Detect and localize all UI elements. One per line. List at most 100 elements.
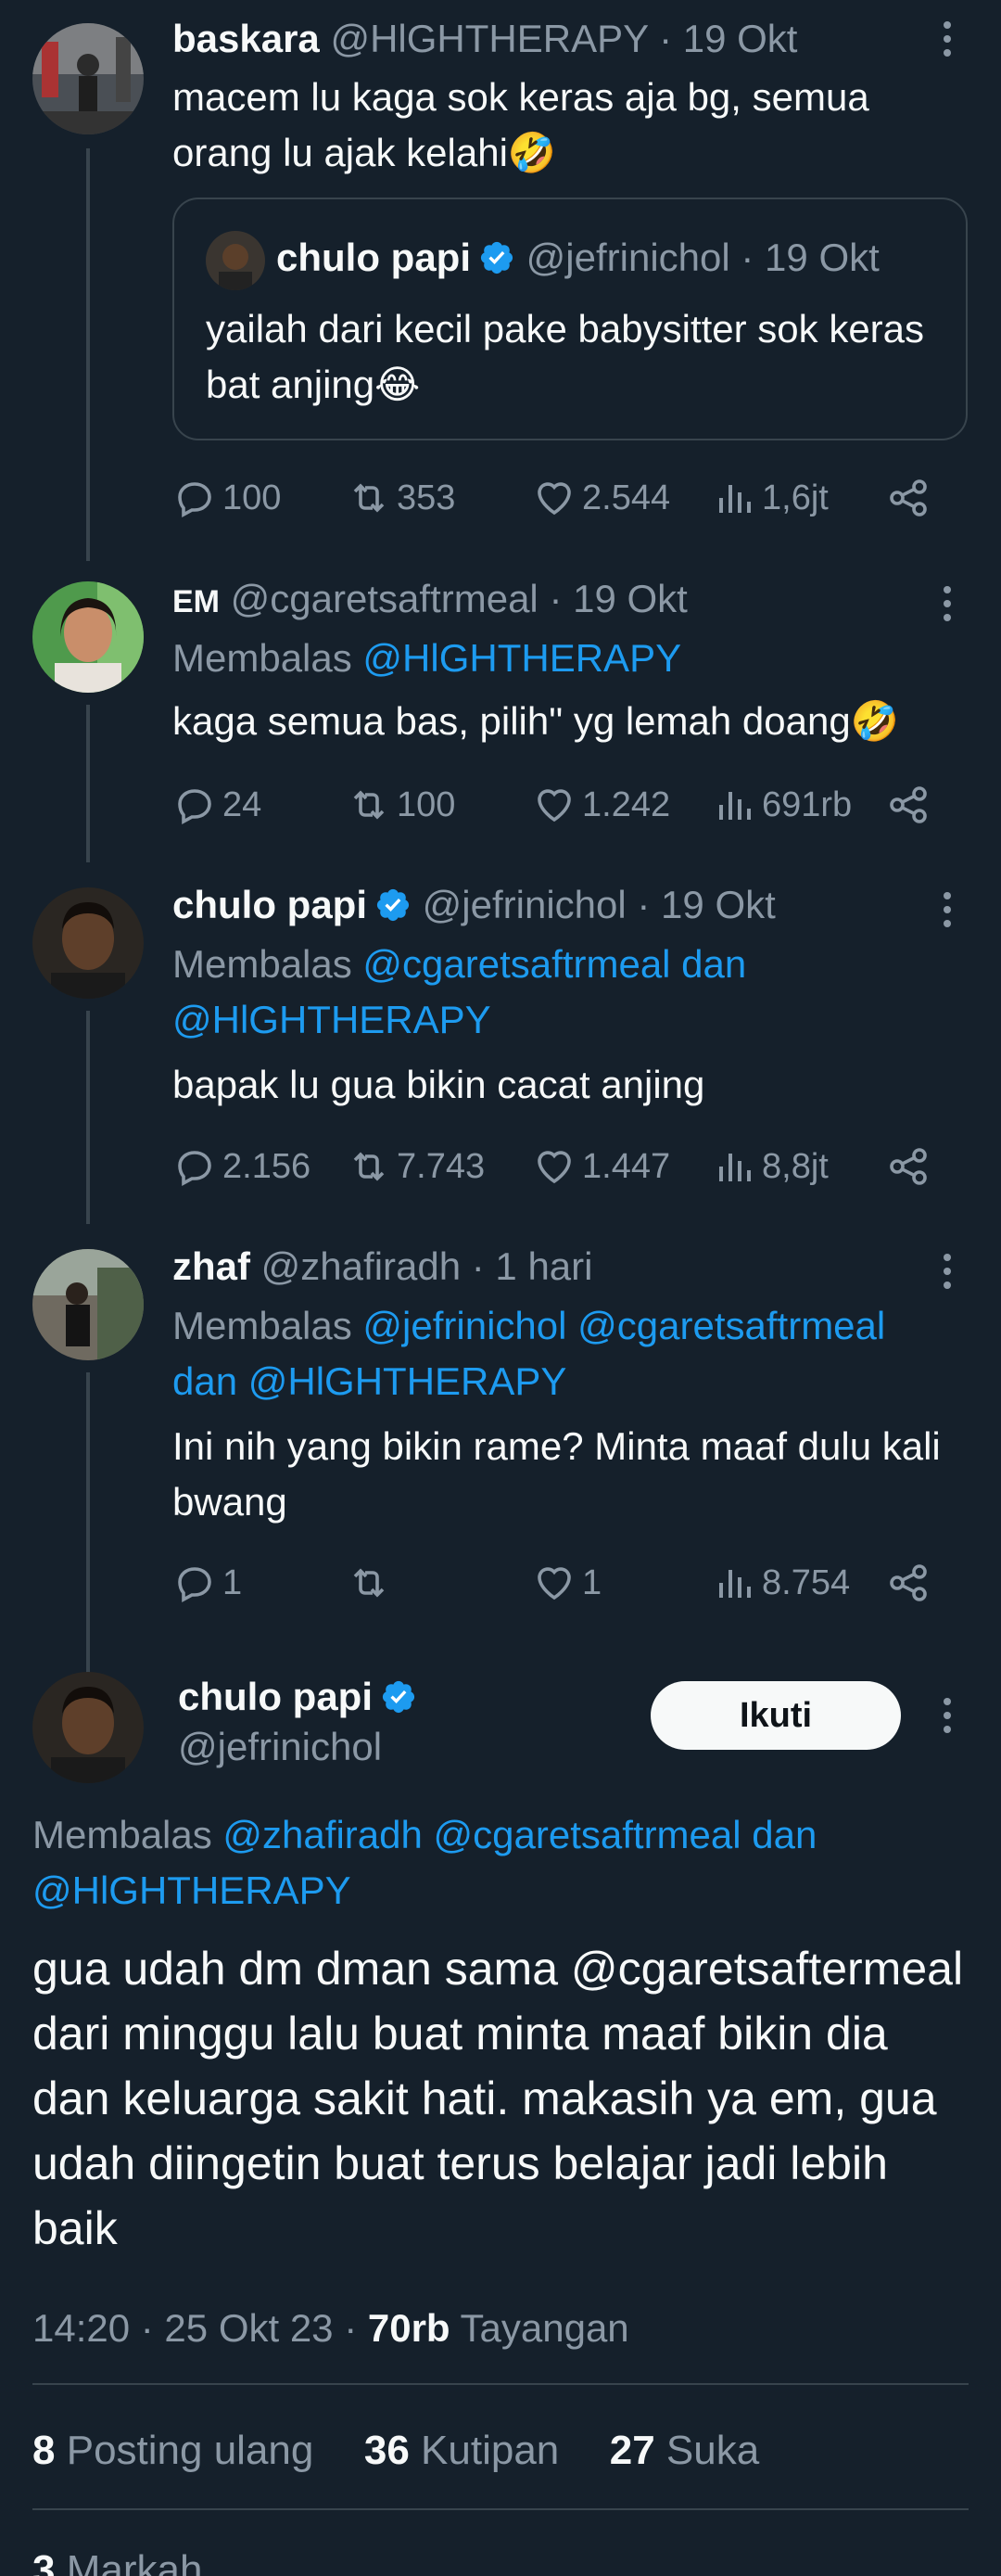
author-handle[interactable]: @zhafiradh [261, 1244, 461, 1288]
mention-link[interactable]: @zhafiradh @cgaretsaftrmeal dan [222, 1813, 817, 1856]
post-text: macem lu kaga sok keras aja bg, semua or… [172, 75, 869, 174]
mention-link[interactable]: dan @HlGHTHERAPY [172, 1359, 566, 1403]
repost-icon [353, 1152, 385, 1181]
analytics-icon [719, 1154, 751, 1181]
share-icon [890, 1148, 927, 1185]
avatar[interactable] [32, 581, 144, 693]
post-time[interactable]: · 19 Okt [637, 883, 775, 926]
repost-button[interactable] [347, 1555, 397, 1611]
avatar[interactable] [32, 1672, 144, 1783]
author-name[interactable]: EM [172, 584, 220, 619]
post-timestamp[interactable]: 14:20 · 25 Okt 23 · [32, 2306, 368, 2350]
like-button[interactable]: 1.242 [532, 777, 670, 833]
quoted-post[interactable]: chulo papi @jefrinichol · 19 Okt yailah … [172, 198, 968, 440]
views-count: 8,8jt [762, 1146, 829, 1186]
share-button[interactable] [886, 777, 931, 833]
like-button[interactable]: 2.544 [532, 470, 670, 526]
author-handle[interactable]: @HlGHTHERAPY [330, 17, 648, 60]
analytics-icon [719, 792, 751, 820]
views-button[interactable]: 8,8jt [712, 1139, 829, 1194]
post-text: bapak lu gua bikin cacat anjing [172, 1063, 705, 1106]
author-name[interactable]: baskara [172, 17, 320, 60]
author-name[interactable]: zhaf [172, 1244, 250, 1288]
follow-button[interactable]: Ikuti [651, 1681, 901, 1750]
author-name[interactable]: chulo papi [178, 1675, 373, 1718]
views-count: 691rb [762, 784, 853, 824]
share-button[interactable] [886, 470, 931, 526]
more-options-icon[interactable] [929, 886, 966, 934]
share-icon [890, 786, 927, 823]
replying-label: Membalas [172, 636, 352, 680]
author-name[interactable]: chulo papi [172, 883, 367, 926]
like-button[interactable]: 1 [532, 1555, 602, 1611]
avatar[interactable] [32, 23, 144, 134]
post-time[interactable]: · 19 Okt [549, 577, 687, 620]
author-handle: @jefrinichol [526, 236, 730, 279]
repost-button[interactable]: 353 [347, 470, 455, 526]
likes-stat[interactable]: 27 Suka [610, 2428, 759, 2473]
repost-count: 100 [397, 784, 456, 824]
more-options-icon[interactable] [929, 580, 966, 628]
reply-button[interactable]: 24 [172, 777, 261, 833]
thread-line [86, 1011, 90, 1224]
like-count: 2.544 [582, 478, 671, 517]
repost-button[interactable]: 7.743 [347, 1139, 485, 1194]
post-time: · 19 Okt [741, 236, 880, 279]
bookmarks-stat[interactable]: 3 Markah [32, 2547, 202, 2576]
like-count: 1 [582, 1562, 602, 1602]
quoted-text: yailah dari kecil pake babysitter sok ke… [206, 307, 925, 406]
like-count: 1.242 [582, 784, 671, 824]
repost-icon [353, 790, 385, 820]
post-actions: 1 1 8.754 [172, 1555, 951, 1611]
analytics-icon [719, 485, 751, 513]
divider [32, 2508, 969, 2510]
thread-line [86, 148, 90, 561]
post-time[interactable]: · 19 Okt [659, 17, 797, 60]
views-count: 8.754 [762, 1562, 851, 1602]
avatar [206, 231, 265, 290]
like-button[interactable]: 1.447 [532, 1139, 670, 1194]
avatar[interactable] [32, 887, 144, 999]
mention-link[interactable]: @HlGHTHERAPY [32, 1868, 351, 1912]
more-options-icon[interactable] [929, 1247, 966, 1295]
author-handle[interactable]: @jefrinichol [423, 883, 627, 926]
mention-link[interactable]: @HlGHTHERAPY [362, 636, 681, 680]
heart-icon [538, 482, 571, 516]
repost-count: 353 [397, 478, 456, 517]
verified-badge-icon [478, 238, 515, 288]
mention-link[interactable]: @cgaretsaftrmeal dan [362, 942, 746, 986]
thread-line [86, 705, 90, 862]
post-text: kaga semua bas, pilih" yg lemah doang🤣 [172, 699, 899, 743]
quotes-stat[interactable]: 36 Kutipan [364, 2428, 559, 2473]
repost-icon [353, 483, 385, 513]
post-actions: 100 353 2.544 1,6jt [172, 470, 951, 526]
author-name: chulo papi [276, 236, 471, 279]
post-text: Ini nih yang bikin rame? Minta maaf dulu… [172, 1424, 941, 1524]
post-actions: 2.156 7.743 1.447 8,8jt [172, 1139, 951, 1194]
share-button[interactable] [886, 1139, 931, 1194]
mention-link[interactable]: @HlGHTHERAPY [172, 998, 491, 1041]
reply-button[interactable]: 100 [172, 470, 281, 526]
reply-icon [178, 482, 211, 518]
share-button[interactable] [886, 1555, 931, 1611]
reposts-stat[interactable]: 8 Posting ulang [32, 2428, 313, 2473]
views-button[interactable]: 691rb [712, 777, 852, 833]
avatar[interactable] [32, 1249, 144, 1360]
post-time[interactable]: · 1 hari [472, 1244, 593, 1288]
views-count: 1,6jt [762, 478, 829, 517]
mention-link[interactable]: @jefrinichol @cgaretsaftrmeal [362, 1304, 885, 1347]
more-options-icon[interactable] [929, 1691, 966, 1740]
more-options-icon[interactable] [929, 15, 966, 63]
reply-count: 2.156 [222, 1146, 311, 1186]
views-button[interactable]: 8.754 [712, 1555, 850, 1611]
reply-count: 1 [222, 1562, 243, 1602]
reply-button[interactable]: 1 [172, 1555, 242, 1611]
share-icon [890, 479, 927, 516]
replying-label: Membalas [172, 1304, 352, 1347]
author-handle[interactable]: @jefrinichol [178, 1723, 382, 1771]
replying-label: Membalas [32, 1813, 212, 1856]
repost-button[interactable]: 100 [347, 777, 455, 833]
reply-button[interactable]: 2.156 [172, 1139, 310, 1194]
views-button[interactable]: 1,6jt [712, 470, 829, 526]
author-handle[interactable]: @cgaretsaftrmeal [231, 577, 539, 620]
